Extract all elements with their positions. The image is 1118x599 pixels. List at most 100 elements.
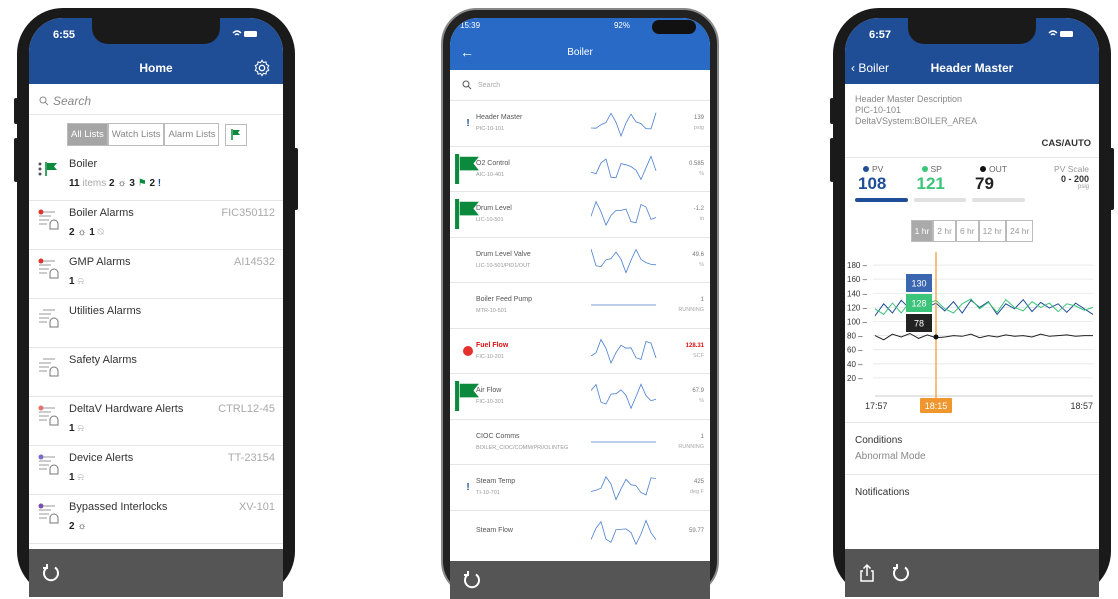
list-item[interactable]: ! Header Master PIC-10-101 139 psig bbox=[450, 100, 710, 146]
item-code: FIC350112 bbox=[221, 207, 275, 219]
header: ← Boiler bbox=[450, 34, 710, 70]
item-unit: SCF bbox=[693, 352, 704, 359]
pv-label: PV bbox=[872, 164, 884, 175]
muted-count: 1 bbox=[89, 227, 95, 238]
item-value: 1 bbox=[700, 433, 704, 440]
list-item[interactable]: Safety Alarms bbox=[29, 348, 283, 397]
item-name: Air Flow bbox=[476, 387, 502, 395]
list-item[interactable]: Bypassed Interlocks XV-101 2 ☼ bbox=[29, 495, 283, 544]
item-value: 128.31 bbox=[685, 342, 704, 349]
header: 6:57 ‹ Boiler Header Master bbox=[845, 18, 1099, 84]
list-item[interactable]: Drum Level LIC-10-501 -1.2 in bbox=[450, 191, 710, 237]
list-item[interactable]: O2 Control AIC-10-401 0.585% bbox=[450, 145, 710, 192]
list-item[interactable]: CIOC Comms BOILER_CIOC/COMM/PRI/OLINTEG 1 R… bbox=[450, 418, 710, 465]
back-button[interactable]: ‹ Boiler bbox=[851, 61, 889, 75]
flag-icon bbox=[231, 129, 241, 140]
gear-icon[interactable] bbox=[253, 59, 271, 77]
cursor-time-label: 18:15 bbox=[925, 401, 948, 411]
back-label: Boiler bbox=[858, 61, 890, 75]
flag-count: 3 bbox=[129, 178, 135, 189]
sparkline bbox=[591, 441, 656, 443]
bell-icon: ⍾ bbox=[77, 472, 84, 483]
bell-icon: ⍾ bbox=[77, 423, 84, 434]
share-icon[interactable] bbox=[857, 563, 877, 583]
list-item[interactable]: Fuel Flow FIC-10-201 128.31 SCF bbox=[450, 327, 710, 374]
item-name: Header Master bbox=[476, 114, 523, 122]
out-label: OUT bbox=[989, 164, 1007, 175]
bell-list-icon bbox=[38, 258, 59, 279]
item-value: 59.77 bbox=[688, 527, 704, 534]
conditions-section[interactable]: Conditions Abnormal Mode bbox=[845, 422, 1099, 474]
bottom-toolbar bbox=[450, 561, 710, 599]
desc-line: DeltaVSystem:BOILER_AREA bbox=[855, 115, 978, 126]
pv-value: 108 bbox=[858, 174, 887, 194]
out-value: 79 bbox=[975, 174, 994, 194]
item-code: XV-101 bbox=[238, 501, 275, 513]
alarm-icon: ☼ bbox=[77, 521, 87, 532]
refresh-icon[interactable] bbox=[891, 563, 911, 583]
search-icon bbox=[39, 96, 49, 106]
flag-filter-button[interactable] bbox=[225, 123, 248, 146]
tab-watch-lists[interactable]: Watch Lists bbox=[107, 123, 165, 146]
sparkline bbox=[591, 476, 657, 501]
cursor-sp-label: 128 bbox=[911, 299, 926, 309]
page-title: Boiler bbox=[567, 46, 593, 58]
pv-scale: PV Scale 0 - 200 psig bbox=[1031, 164, 1089, 202]
refresh-icon[interactable] bbox=[462, 570, 482, 590]
list-item[interactable]: ! Steam Temp TI-10-701 425 deg F bbox=[450, 464, 710, 510]
list-item[interactable]: Device Alerts TT-23154 1 ⍾ bbox=[29, 446, 283, 495]
list-item[interactable]: Air Flow FIC-10-301 67.9% bbox=[450, 373, 710, 419]
range-12hr[interactable]: 12 hr bbox=[978, 220, 1006, 243]
sparkline bbox=[591, 383, 657, 410]
range-2hr[interactable]: 2 hr bbox=[933, 220, 956, 243]
list-item[interactable]: Boiler Feed Pump MTR-10-501 1 RUNNING bbox=[450, 282, 710, 328]
wifi-battery-icon bbox=[1047, 29, 1075, 42]
bell-list-icon bbox=[38, 405, 59, 426]
item-name: Drum Level bbox=[476, 205, 512, 213]
conditions-value: Abnormal Mode bbox=[855, 451, 926, 463]
y-tick-label: 120 – bbox=[847, 304, 868, 313]
alarm-icon: ☼ bbox=[117, 178, 127, 189]
list-item[interactable]: Utilities Alarms bbox=[29, 299, 283, 348]
item-tag: LIC-10-501/PID1/OUT bbox=[476, 262, 531, 269]
back-arrow-icon[interactable]: ← bbox=[460, 44, 474, 60]
item-count-unit: items bbox=[82, 178, 107, 189]
item-tag: FIC-10-301 bbox=[476, 399, 504, 406]
item-name: GMP Alarms bbox=[69, 256, 131, 268]
mode-label: CAS/AUTO bbox=[845, 126, 1099, 159]
list-item[interactable]: Boiler Alarms FIC350112 2 ☼ 1 ⍉ bbox=[29, 201, 283, 250]
list-item[interactable]: Boiler 11 items 2 ☼ 3 ⚑ 2 ! bbox=[29, 152, 283, 201]
bottom-toolbar bbox=[29, 549, 283, 597]
phone-boiler-list: 15:39 92% ← Boiler Search ! Header Master… bbox=[441, 8, 719, 599]
range-24hr[interactable]: 24 hr bbox=[1005, 220, 1034, 243]
search-input[interactable]: Search bbox=[29, 84, 283, 115]
item-tag: LIC-10-501 bbox=[476, 217, 504, 224]
search-input[interactable]: Search bbox=[450, 70, 710, 100]
item-unit: deg F bbox=[689, 489, 704, 496]
list-item[interactable]: GMP Alarms AI14532 1 ⍾ bbox=[29, 250, 283, 299]
range-6hr[interactable]: 6 hr bbox=[955, 220, 979, 243]
bell-count: 1 bbox=[69, 276, 75, 287]
watchlist-icon bbox=[38, 162, 57, 176]
trend-chart[interactable]: 180 – 160 – 140 – 120 – 100 – 80 – 60 – 40 – 20 … bbox=[845, 252, 1099, 422]
alarm-dot-icon bbox=[463, 345, 473, 356]
list-item[interactable]: DeltaV Hardware Alerts CTRL12-45 1 ⍾ bbox=[29, 397, 283, 446]
range-1hr[interactable]: 1 hr bbox=[910, 220, 934, 243]
item-code: TT-23154 bbox=[227, 452, 275, 464]
item-unit: % bbox=[699, 261, 704, 268]
refresh-icon[interactable] bbox=[41, 563, 61, 583]
tab-alarm-lists[interactable]: Alarm Lists bbox=[164, 123, 220, 146]
out-box: OUT 79 bbox=[972, 164, 1031, 203]
item-code: AI14532 bbox=[234, 256, 275, 268]
item-tag: BOILER_CIOC/COMM/PRI/OLINTEG bbox=[476, 444, 569, 451]
time-range-selector: 1 hr 2 hr 6 hr 12 hr 24 hr bbox=[845, 220, 1099, 243]
bell-count: 1 bbox=[69, 423, 75, 434]
cursor-out-label: 78 bbox=[914, 319, 924, 329]
notifications-section[interactable]: Notifications bbox=[845, 474, 1099, 510]
item-value: 139 bbox=[693, 115, 704, 122]
list-item[interactable]: Drum Level Valve LIC-10-501/PID1/OUT 49.6% bbox=[450, 236, 710, 283]
series-line-out bbox=[874, 333, 1093, 341]
list-item[interactable]: Steam Flow 59.77 bbox=[450, 509, 710, 556]
tab-all-lists[interactable]: All Lists bbox=[67, 123, 108, 146]
y-tick-label: 80 – bbox=[847, 332, 863, 341]
